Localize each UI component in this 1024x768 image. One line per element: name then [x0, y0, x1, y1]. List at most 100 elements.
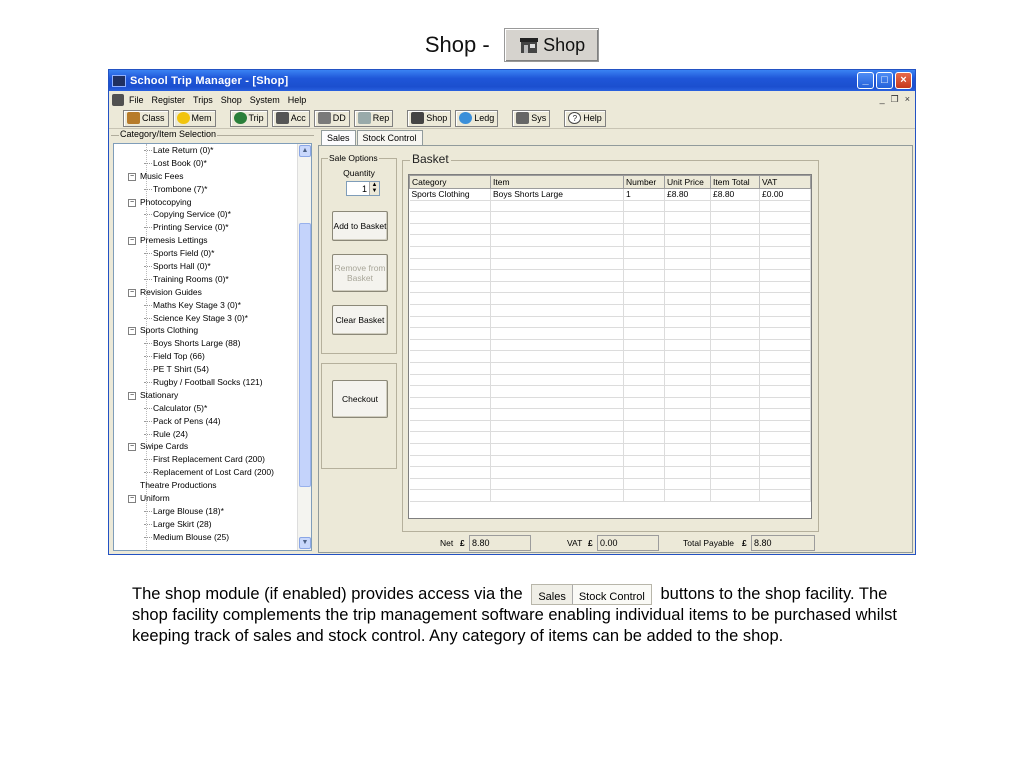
basket-grid[interactable]: Category Item Number Unit Price Item Total VA… — [408, 174, 812, 519]
tree-item[interactable]: Sports Field (0)* — [114, 247, 311, 260]
column-header[interactable]: Item — [490, 175, 624, 189]
table-row[interactable] — [409, 362, 811, 375]
maximize-button[interactable]: □ — [876, 72, 893, 89]
menu-register[interactable]: Register — [152, 95, 186, 105]
category-tree[interactable]: Late Return (0)* Lost Book (0)* − Music Fee… — [113, 143, 312, 551]
toolbar-dd-button[interactable]: DD — [313, 109, 350, 127]
table-row[interactable] — [409, 431, 811, 445]
tree-category[interactable]: Theatre Productions — [114, 479, 311, 492]
tree-item[interactable]: Sports Hall (0)* — [114, 260, 311, 273]
checkout-button[interactable]: Checkout — [332, 380, 388, 418]
table-row[interactable] — [409, 478, 811, 491]
tab-sales[interactable]: Sales — [321, 130, 356, 146]
tree-scrollbar[interactable]: ▲ ▼ — [297, 144, 311, 550]
table-row[interactable] — [409, 327, 811, 340]
collapse-icon[interactable]: − — [128, 391, 136, 400]
tree-category[interactable]: − Sports Clothing — [114, 324, 311, 337]
tree-item[interactable]: Replacement of Lost Card (200) — [114, 466, 311, 479]
tree-item[interactable]: Pack of Pens (44) — [114, 415, 311, 428]
table-row[interactable] — [409, 466, 811, 479]
remove-from-basket-button[interactable]: Remove from Basket — [332, 254, 388, 292]
spin-arrows-icon[interactable]: ▲ ▼ — [369, 182, 379, 195]
table-row[interactable] — [409, 443, 811, 456]
collapse-icon[interactable]: − — [128, 327, 136, 336]
toolbar-ledg-button[interactable]: Ledg — [455, 109, 499, 127]
tree-item[interactable]: Large Skirt (28) — [114, 518, 311, 531]
quantity-stepper[interactable]: 1 ▲ ▼ — [346, 181, 380, 196]
tree-item[interactable]: Late Return (0)* — [114, 144, 311, 157]
toolbar-mem-button[interactable]: Mem — [172, 109, 216, 127]
minimize-button[interactable]: _ — [857, 72, 874, 89]
tree-item[interactable]: Rule (24) — [114, 428, 311, 441]
menu-trips[interactable]: Trips — [193, 95, 213, 105]
table-row[interactable] — [409, 292, 811, 305]
tree-category[interactable]: − Swipe Cards — [114, 440, 311, 453]
table-row[interactable] — [409, 397, 811, 410]
tree-item[interactable]: Boys Shorts Large (88) — [114, 337, 311, 350]
table-row[interactable] — [409, 316, 811, 329]
table-row[interactable] — [409, 374, 811, 387]
toolbar-trip-button[interactable]: Trip — [229, 109, 268, 127]
toolbar-sys-button[interactable]: Sys — [512, 109, 551, 127]
menu-system[interactable]: System — [250, 95, 280, 105]
column-header[interactable]: Number — [623, 175, 665, 189]
toolbar-acc-button[interactable]: Acc — [271, 109, 310, 127]
table-row[interactable] — [409, 269, 811, 282]
column-header[interactable]: VAT — [759, 175, 811, 189]
clear-basket-button[interactable]: Clear Basket — [332, 305, 388, 335]
table-row[interactable] — [409, 258, 811, 271]
tree-category[interactable]: − Music Fees — [114, 170, 311, 183]
table-row[interactable] — [409, 350, 811, 363]
table-row[interactable] — [409, 281, 811, 294]
add-to-basket-button[interactable]: Add to Basket — [332, 211, 388, 241]
tree-category[interactable]: − Premesis Lettings — [114, 234, 311, 247]
table-row[interactable] — [409, 455, 811, 468]
table-row[interactable] — [409, 385, 811, 398]
column-header[interactable]: Unit Price — [664, 175, 711, 189]
tree-category[interactable]: − Uniform — [114, 492, 311, 505]
quantity-value[interactable]: 1 — [347, 184, 369, 194]
toolbar-shop-button[interactable]: Shop — [407, 109, 452, 127]
collapse-icon[interactable]: − — [128, 172, 136, 181]
table-row[interactable] — [409, 339, 811, 352]
collapse-icon[interactable]: − — [128, 495, 136, 504]
table-row[interactable] — [409, 408, 811, 421]
menu-shop[interactable]: Shop — [221, 95, 242, 105]
tree-item[interactable]: Large Blouse (18)* — [114, 505, 311, 518]
tree-item[interactable]: Medium Blouse (25) — [114, 531, 311, 544]
table-row[interactable] — [409, 200, 811, 213]
tree-item[interactable]: Calculator (5)* — [114, 402, 311, 415]
close-button[interactable]: × — [895, 72, 912, 89]
tree-category[interactable]: − Photocopying — [114, 196, 311, 209]
table-row[interactable] — [409, 246, 811, 259]
menu-help[interactable]: Help — [288, 95, 307, 105]
tree-item[interactable]: Printing Service (0)* — [114, 221, 311, 234]
tree-item[interactable]: Lost Book (0)* — [114, 157, 311, 170]
mdi-restore-button[interactable]: ❐ — [891, 94, 899, 105]
scroll-up-icon[interactable]: ▲ — [299, 145, 311, 157]
column-header[interactable]: Category — [409, 175, 491, 189]
table-row[interactable]: Sports Clothing Boys Shorts Large 1 £8.80 £8… — [409, 188, 811, 201]
tree-item[interactable]: PE T Shirt (54) — [114, 363, 311, 376]
toolbar-help-button[interactable]: ? Help — [564, 109, 606, 127]
table-row[interactable] — [409, 489, 811, 503]
table-row[interactable] — [409, 420, 811, 433]
tree-item[interactable]: Training Rooms (0)* — [114, 273, 311, 286]
tree-item[interactable]: Trombone (7)* — [114, 183, 311, 196]
tree-category[interactable]: − Revision Guides — [114, 286, 311, 299]
menu-file[interactable]: File — [129, 95, 144, 105]
tree-item[interactable]: Field Top (66) — [114, 350, 311, 363]
toolbar-class-button[interactable]: Class — [123, 109, 169, 127]
table-row[interactable] — [409, 304, 811, 317]
mdi-close-button[interactable]: × — [905, 94, 910, 105]
tree-item[interactable]: First Replacement Card (200) — [114, 453, 311, 466]
column-header[interactable]: Item Total — [710, 175, 760, 189]
collapse-icon[interactable]: − — [128, 237, 136, 246]
table-row[interactable] — [409, 234, 811, 247]
tree-item[interactable]: Maths Key Stage 3 (0)* — [114, 299, 311, 312]
tree-item[interactable]: Rugby / Football Socks (121) — [114, 376, 311, 389]
mdi-minimize-button[interactable]: _ — [880, 94, 885, 105]
collapse-icon[interactable]: − — [128, 198, 136, 207]
tree-item[interactable]: Copying Service (0)* — [114, 208, 311, 221]
tab-stock-control[interactable]: Stock Control — [356, 130, 423, 146]
